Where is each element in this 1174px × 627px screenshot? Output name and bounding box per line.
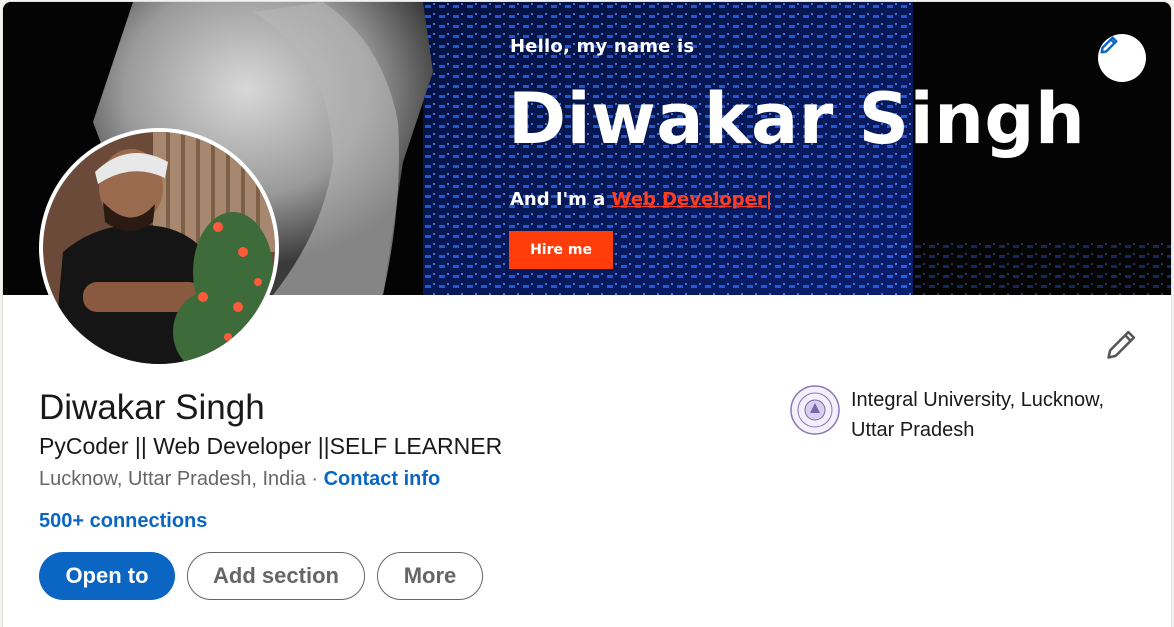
location-row: Lucknow, Uttar Pradesh, India · Contact … bbox=[39, 468, 440, 491]
more-button[interactable]: More bbox=[377, 552, 483, 600]
connections-link[interactable]: 500+ connections bbox=[39, 510, 207, 533]
banner-role-prefix: And I'm a bbox=[510, 189, 612, 210]
add-section-button[interactable]: Add section bbox=[187, 552, 365, 600]
profile-name: Diwakar Singh bbox=[39, 388, 265, 427]
banner-role-cursor: | bbox=[765, 189, 773, 210]
avatar-photo bbox=[43, 132, 275, 364]
pencil-icon bbox=[1100, 36, 1118, 54]
university-seal-icon bbox=[790, 385, 840, 435]
profile-card: Hello, my name is Diwakar Singh And I'm … bbox=[3, 2, 1171, 627]
banner-role: And I'm a Web Developer| bbox=[510, 189, 772, 210]
profile-headline: PyCoder || Web Developer ||SELF LEARNER bbox=[39, 433, 503, 459]
pencil-outline-icon bbox=[1107, 330, 1136, 359]
education-entry[interactable]: Integral University, Lucknow, Uttar Prad… bbox=[790, 385, 1151, 445]
contact-info-link[interactable]: Contact info bbox=[324, 468, 441, 490]
open-to-button[interactable]: Open to bbox=[39, 552, 175, 600]
edit-cover-button[interactable] bbox=[1098, 34, 1146, 82]
separator-dot: · bbox=[305, 468, 324, 490]
profile-avatar[interactable] bbox=[39, 128, 279, 368]
banner-role-highlight: Web Developer bbox=[611, 189, 766, 210]
banner-greeting: Hello, my name is bbox=[510, 36, 695, 57]
banner-name: Diwakar Singh bbox=[508, 78, 1086, 160]
edit-intro-button[interactable] bbox=[1103, 325, 1141, 363]
profile-location: Lucknow, Uttar Pradesh, India bbox=[39, 468, 306, 490]
banner-hire-button: Hire me bbox=[509, 231, 613, 269]
school-name: Integral University, Lucknow, Uttar Prad… bbox=[851, 389, 1105, 441]
